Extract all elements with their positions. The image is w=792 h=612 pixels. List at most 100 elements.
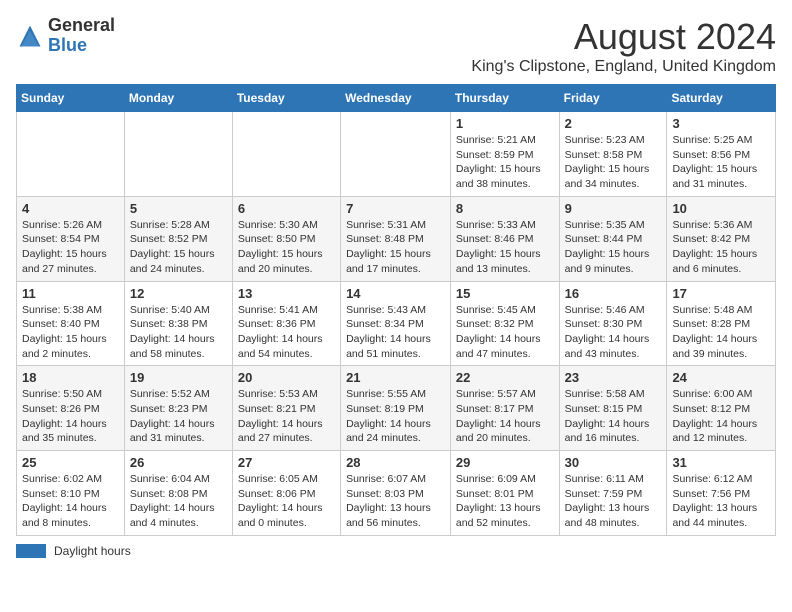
col-header-sunday: Sunday [17, 85, 125, 112]
header-row: SundayMondayTuesdayWednesdayThursdayFrid… [17, 85, 776, 112]
day-info: Sunrise: 5:36 AM Sunset: 8:42 PM Dayligh… [672, 218, 770, 277]
day-info: Sunrise: 6:00 AM Sunset: 8:12 PM Dayligh… [672, 387, 770, 446]
day-number: 25 [22, 455, 119, 470]
day-cell: 21 Sunrise: 5:55 AM Sunset: 8:19 PM Dayli… [341, 366, 451, 451]
day-cell: 11 Sunrise: 5:38 AM Sunset: 8:40 PM Dayli… [17, 281, 125, 366]
day-number: 21 [346, 370, 445, 385]
col-header-tuesday: Tuesday [232, 85, 340, 112]
day-number: 16 [565, 286, 662, 301]
day-cell: 18 Sunrise: 5:50 AM Sunset: 8:26 PM Dayli… [17, 366, 125, 451]
day-cell: 13 Sunrise: 5:41 AM Sunset: 8:36 PM Dayli… [232, 281, 340, 366]
day-cell [341, 112, 451, 197]
day-cell: 24Sunrise: 6:00 AM Sunset: 8:12 PM Dayli… [667, 366, 776, 451]
day-cell: 31 Sunrise: 6:12 AM Sunset: 7:56 PM Dayli… [667, 451, 776, 536]
day-info: Sunrise: 5:23 AM Sunset: 8:58 PM Dayligh… [565, 133, 662, 192]
day-info: Sunrise: 5:38 AM Sunset: 8:40 PM Dayligh… [22, 303, 119, 362]
day-number: 8 [456, 201, 554, 216]
day-cell: 12 Sunrise: 5:40 AM Sunset: 8:38 PM Dayli… [124, 281, 232, 366]
col-header-saturday: Saturday [667, 85, 776, 112]
day-info: Sunrise: 5:48 AM Sunset: 8:28 PM Dayligh… [672, 303, 770, 362]
day-info: Sunrise: 5:31 AM Sunset: 8:48 PM Dayligh… [346, 218, 445, 277]
day-info: Sunrise: 6:12 AM Sunset: 7:56 PM Dayligh… [672, 472, 770, 531]
day-number: 6 [238, 201, 335, 216]
logo: General Blue [16, 16, 115, 56]
day-number: 15 [456, 286, 554, 301]
day-number: 2 [565, 116, 662, 131]
day-number: 12 [130, 286, 227, 301]
day-cell: 20 Sunrise: 5:53 AM Sunset: 8:21 PM Dayli… [232, 366, 340, 451]
day-info: Sunrise: 5:53 AM Sunset: 8:21 PM Dayligh… [238, 387, 335, 446]
day-number: 31 [672, 455, 770, 470]
day-info: Sunrise: 5:26 AM Sunset: 8:54 PM Dayligh… [22, 218, 119, 277]
day-number: 19 [130, 370, 227, 385]
day-number: 18 [22, 370, 119, 385]
day-number: 29 [456, 455, 554, 470]
day-cell: 27Sunrise: 6:05 AM Sunset: 8:06 PM Dayli… [232, 451, 340, 536]
title-area: August 2024 King's Clipstone, England, U… [471, 16, 776, 76]
day-info: Sunrise: 5:50 AM Sunset: 8:26 PM Dayligh… [22, 387, 119, 446]
month-title: August 2024 [471, 16, 776, 58]
day-info: Sunrise: 5:57 AM Sunset: 8:17 PM Dayligh… [456, 387, 554, 446]
day-number: 3 [672, 116, 770, 131]
day-info: Sunrise: 5:33 AM Sunset: 8:46 PM Dayligh… [456, 218, 554, 277]
day-cell: 8 Sunrise: 5:33 AM Sunset: 8:46 PM Daylig… [450, 196, 559, 281]
day-cell: 10 Sunrise: 5:36 AM Sunset: 8:42 PM Dayli… [667, 196, 776, 281]
day-number: 30 [565, 455, 662, 470]
day-cell: 22 Sunrise: 5:57 AM Sunset: 8:17 PM Dayli… [450, 366, 559, 451]
day-number: 1 [456, 116, 554, 131]
day-number: 22 [456, 370, 554, 385]
day-cell: 14Sunrise: 5:43 AM Sunset: 8:34 PM Dayli… [341, 281, 451, 366]
week-row-2: 4Sunrise: 5:26 AM Sunset: 8:54 PM Daylig… [17, 196, 776, 281]
calendar-table: SundayMondayTuesdayWednesdayThursdayFrid… [16, 84, 776, 536]
day-number: 17 [672, 286, 770, 301]
legend-label: Daylight hours [54, 544, 131, 558]
day-info: Sunrise: 5:45 AM Sunset: 8:32 PM Dayligh… [456, 303, 554, 362]
location-subtitle: King's Clipstone, England, United Kingdo… [471, 58, 776, 76]
day-cell: 6Sunrise: 5:30 AM Sunset: 8:50 PM Daylig… [232, 196, 340, 281]
day-number: 9 [565, 201, 662, 216]
day-info: Sunrise: 5:55 AM Sunset: 8:19 PM Dayligh… [346, 387, 445, 446]
day-number: 11 [22, 286, 119, 301]
day-cell: 25Sunrise: 6:02 AM Sunset: 8:10 PM Dayli… [17, 451, 125, 536]
day-cell: 2 Sunrise: 5:23 AM Sunset: 8:58 PM Daylig… [559, 112, 667, 197]
day-number: 7 [346, 201, 445, 216]
day-info: Sunrise: 5:40 AM Sunset: 8:38 PM Dayligh… [130, 303, 227, 362]
col-header-friday: Friday [559, 85, 667, 112]
day-cell: 23Sunrise: 5:58 AM Sunset: 8:15 PM Dayli… [559, 366, 667, 451]
day-cell: 19 Sunrise: 5:52 AM Sunset: 8:23 PM Dayli… [124, 366, 232, 451]
day-cell: 29Sunrise: 6:09 AM Sunset: 8:01 PM Dayli… [450, 451, 559, 536]
day-number: 26 [130, 455, 227, 470]
logo-blue-text: Blue [48, 36, 115, 56]
day-info: Sunrise: 5:28 AM Sunset: 8:52 PM Dayligh… [130, 218, 227, 277]
day-info: Sunrise: 5:43 AM Sunset: 8:34 PM Dayligh… [346, 303, 445, 362]
day-number: 10 [672, 201, 770, 216]
header: General Blue August 2024 King's Clipston… [16, 16, 776, 76]
day-info: Sunrise: 5:25 AM Sunset: 8:56 PM Dayligh… [672, 133, 770, 192]
day-info: Sunrise: 5:52 AM Sunset: 8:23 PM Dayligh… [130, 387, 227, 446]
col-header-wednesday: Wednesday [341, 85, 451, 112]
day-cell [17, 112, 125, 197]
col-header-monday: Monday [124, 85, 232, 112]
day-cell: 16Sunrise: 5:46 AM Sunset: 8:30 PM Dayli… [559, 281, 667, 366]
day-cell: 7 Sunrise: 5:31 AM Sunset: 8:48 PM Daylig… [341, 196, 451, 281]
day-info: Sunrise: 6:07 AM Sunset: 8:03 PM Dayligh… [346, 472, 445, 531]
logo-general-text: General [48, 16, 115, 36]
day-cell: 1Sunrise: 5:21 AM Sunset: 8:59 PM Daylig… [450, 112, 559, 197]
day-cell: 3 Sunrise: 5:25 AM Sunset: 8:56 PM Daylig… [667, 112, 776, 197]
week-row-3: 11 Sunrise: 5:38 AM Sunset: 8:40 PM Dayli… [17, 281, 776, 366]
day-info: Sunrise: 5:41 AM Sunset: 8:36 PM Dayligh… [238, 303, 335, 362]
day-number: 13 [238, 286, 335, 301]
week-row-5: 25Sunrise: 6:02 AM Sunset: 8:10 PM Dayli… [17, 451, 776, 536]
week-row-1: 1Sunrise: 5:21 AM Sunset: 8:59 PM Daylig… [17, 112, 776, 197]
legend: Daylight hours [16, 544, 776, 558]
day-number: 27 [238, 455, 335, 470]
day-number: 5 [130, 201, 227, 216]
week-row-4: 18 Sunrise: 5:50 AM Sunset: 8:26 PM Dayli… [17, 366, 776, 451]
day-info: Sunrise: 6:04 AM Sunset: 8:08 PM Dayligh… [130, 472, 227, 531]
legend-box [16, 544, 46, 558]
day-info: Sunrise: 5:35 AM Sunset: 8:44 PM Dayligh… [565, 218, 662, 277]
day-info: Sunrise: 5:58 AM Sunset: 8:15 PM Dayligh… [565, 387, 662, 446]
day-cell: 28Sunrise: 6:07 AM Sunset: 8:03 PM Dayli… [341, 451, 451, 536]
day-number: 20 [238, 370, 335, 385]
col-header-thursday: Thursday [450, 85, 559, 112]
